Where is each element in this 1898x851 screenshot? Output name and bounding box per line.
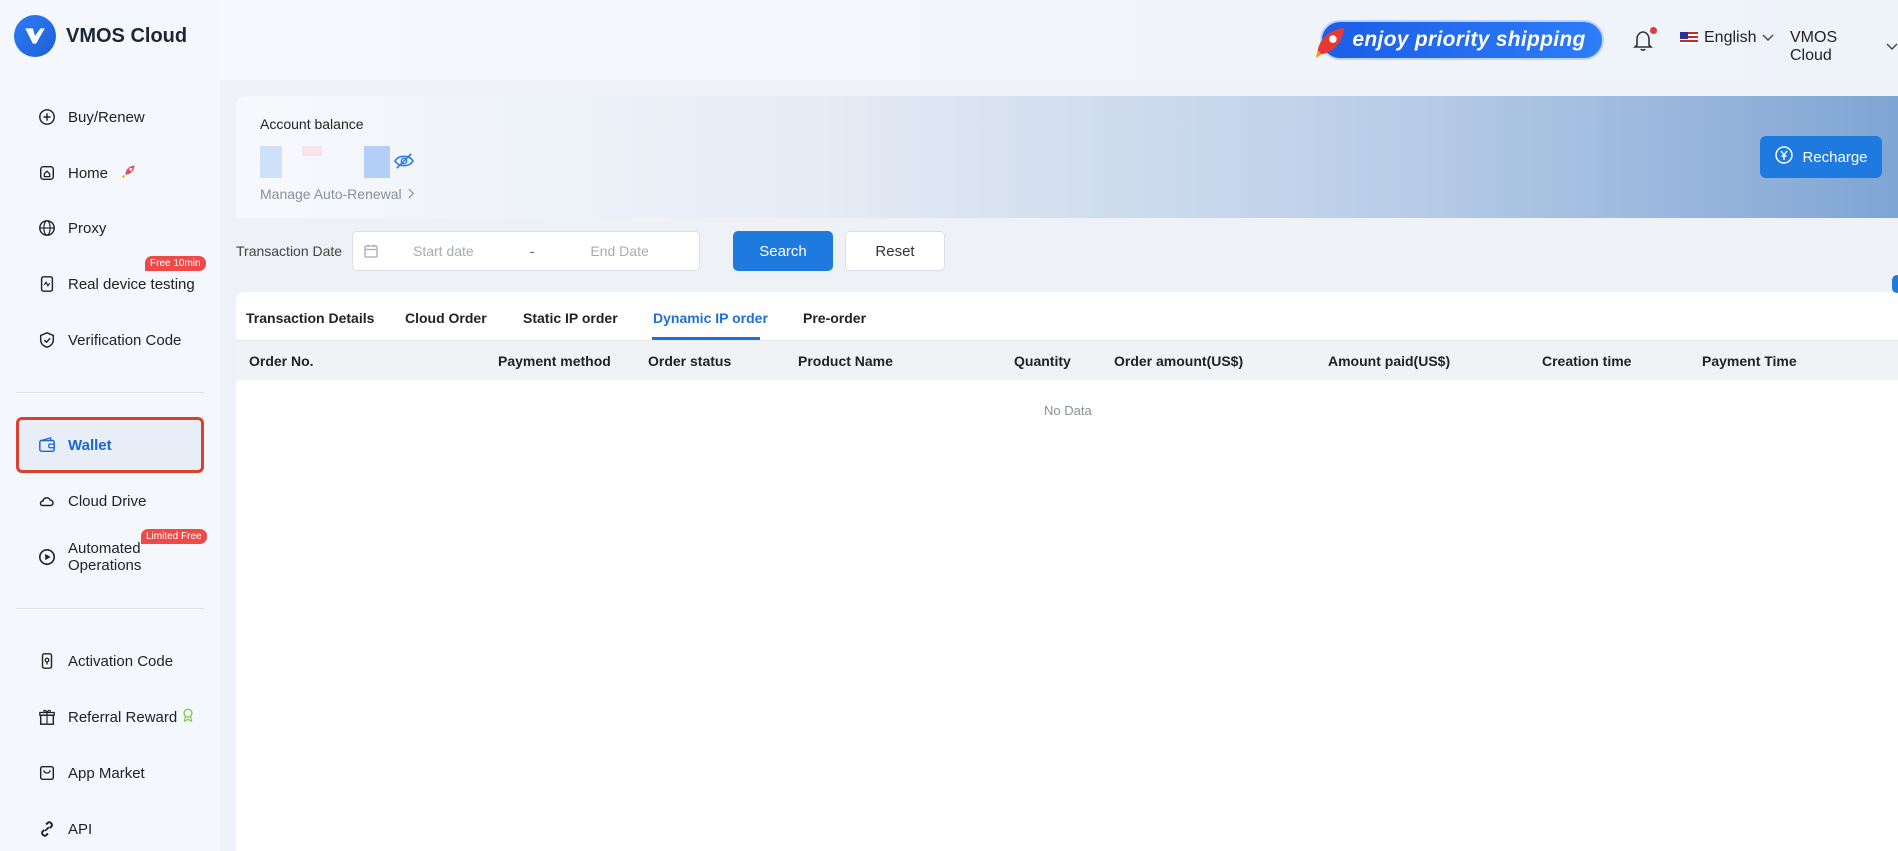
transaction-date-label: Transaction Date: [236, 243, 343, 259]
user-name: VMOS Cloud: [1790, 29, 1838, 64]
user-menu[interactable]: VMOS Cloud: [1790, 29, 1898, 65]
column-header: Product Name: [798, 353, 893, 369]
globe-icon: [38, 219, 56, 237]
manage-auto-renewal-link[interactable]: Manage Auto-Renewal: [260, 186, 415, 202]
sidebar-item-label: Cloud Drive: [68, 492, 147, 510]
sidebar-item-label: Wallet: [68, 436, 112, 454]
sidebar-item-label: Verification Code: [68, 331, 182, 349]
sidebar-item-label: Proxy: [68, 219, 107, 237]
manage-auto-renewal-label: Manage Auto-Renewal: [260, 186, 402, 202]
key-card-icon: [38, 652, 56, 670]
balance-label: Account balance: [260, 116, 364, 132]
home-icon: [38, 164, 56, 182]
recharge-button[interactable]: Recharge: [1760, 136, 1882, 178]
sidebar-item-real-device-testing[interactable]: Real device testing: [16, 259, 204, 309]
sidebar-item-referral-reward[interactable]: Referral Reward: [16, 692, 204, 742]
column-header: Order status: [648, 353, 732, 369]
sidebar-item-buy-renew[interactable]: Buy/Renew: [16, 92, 204, 142]
mask-block: [364, 146, 390, 178]
sidebar-item-label: Real device testing: [68, 275, 195, 293]
device-icon: [38, 275, 56, 293]
vmos-logo-icon: [14, 15, 56, 57]
yuan-circle-icon: [1774, 145, 1794, 169]
sidebar-item-wallet[interactable]: Wallet: [16, 417, 204, 473]
chevron-right-icon: [408, 186, 415, 202]
eye-hidden-icon[interactable]: [393, 152, 415, 170]
shield-check-icon: [38, 331, 56, 349]
sidebar-item-proxy[interactable]: Proxy: [16, 203, 204, 253]
rocket-icon: [120, 162, 138, 184]
sidebar-item-verification-code[interactable]: Verification Code: [16, 315, 204, 365]
column-header: Amount paid(US$): [1328, 353, 1451, 369]
empty-state-text: No Data: [1044, 403, 1092, 418]
recharge-label: Recharge: [1802, 148, 1868, 166]
us-flag-icon: [1680, 32, 1698, 44]
tab-pre-order[interactable]: Pre-order: [803, 310, 866, 326]
start-date-input[interactable]: Start date: [413, 243, 474, 259]
sidebar-item-home[interactable]: Home: [16, 148, 204, 198]
chevron-down-icon: [1886, 38, 1898, 56]
balance-value-masked: [260, 146, 390, 178]
column-header: Payment method: [498, 353, 611, 369]
search-button[interactable]: Search: [733, 231, 833, 271]
promo-banner[interactable]: enjoy priority shipping: [1320, 20, 1604, 60]
gift-icon: [38, 708, 56, 726]
orders-panel: Transaction Details Cloud Order Static I…: [236, 292, 1898, 851]
wallet-icon: [38, 436, 56, 454]
sidebar-item-automated-operations[interactable]: Automated Operations: [16, 532, 204, 582]
store-icon: [38, 764, 56, 782]
sidebar-divider: [16, 392, 204, 393]
account-balance-card: Account balance Manage Auto-Renewal Rech…: [236, 96, 1898, 218]
sidebar: VMOS Cloud Buy/Renew Home Proxy Free 10m…: [0, 0, 220, 851]
sidebar-item-label: Home: [68, 164, 109, 182]
mask-block: [302, 146, 322, 156]
plus-circle-icon: [38, 108, 56, 126]
sidebar-item-label: Referral Reward: [68, 708, 178, 726]
sidebar-divider: [16, 608, 204, 609]
chevron-down-icon: [1762, 29, 1774, 47]
language-label: English: [1704, 29, 1757, 46]
floating-side-handle[interactable]: [1892, 275, 1898, 293]
reset-button[interactable]: Reset: [845, 231, 945, 271]
link-icon: [38, 820, 56, 838]
column-header: Order amount(US$): [1114, 353, 1244, 369]
order-tabs: Transaction Details Cloud Order Static I…: [236, 292, 1898, 340]
tab-static-ip-order[interactable]: Static IP order: [523, 310, 618, 326]
tab-cloud-order[interactable]: Cloud Order: [405, 310, 487, 326]
end-date-input[interactable]: End Date: [590, 243, 648, 259]
tab-dynamic-ip-order[interactable]: Dynamic IP order: [653, 310, 768, 326]
sidebar-item-label: API: [68, 820, 93, 838]
play-circle-icon: [38, 548, 56, 566]
brand-name: VMOS Cloud: [66, 24, 188, 47]
sidebar-item-activation-code[interactable]: Activation Code: [16, 636, 204, 686]
reward-medal-icon: [181, 708, 195, 726]
notification-dot: [1650, 27, 1657, 34]
promo-rocket-icon: [1312, 22, 1350, 60]
table-header: Order No. Payment method Order status Pr…: [236, 340, 1898, 380]
calendar-icon: [363, 243, 379, 259]
language-selector[interactable]: English: [1680, 29, 1774, 47]
promo-text: enjoy priority shipping: [1352, 28, 1586, 51]
sidebar-item-app-market[interactable]: App Market: [16, 748, 204, 798]
date-range-picker[interactable]: Start date - End Date: [352, 231, 700, 271]
column-header: Quantity: [1014, 353, 1071, 369]
sidebar-item-cloud-drive[interactable]: Cloud Drive: [16, 476, 204, 526]
sidebar-item-label: App Market: [68, 764, 145, 782]
sidebar-item-label: Activation Code: [68, 652, 174, 670]
brand[interactable]: VMOS Cloud: [14, 14, 187, 58]
tab-transaction-details[interactable]: Transaction Details: [246, 310, 374, 326]
sidebar-item-api[interactable]: API: [16, 804, 204, 851]
mask-block: [260, 146, 282, 178]
column-header: Payment Time: [1702, 353, 1797, 369]
column-header: Order No.: [249, 353, 314, 369]
sidebar-item-label: Automated Operations: [68, 540, 142, 574]
cloud-icon: [38, 492, 56, 510]
column-header: Creation time: [1542, 353, 1632, 369]
sidebar-item-label: Buy/Renew: [68, 108, 145, 126]
date-separator: -: [529, 243, 535, 259]
